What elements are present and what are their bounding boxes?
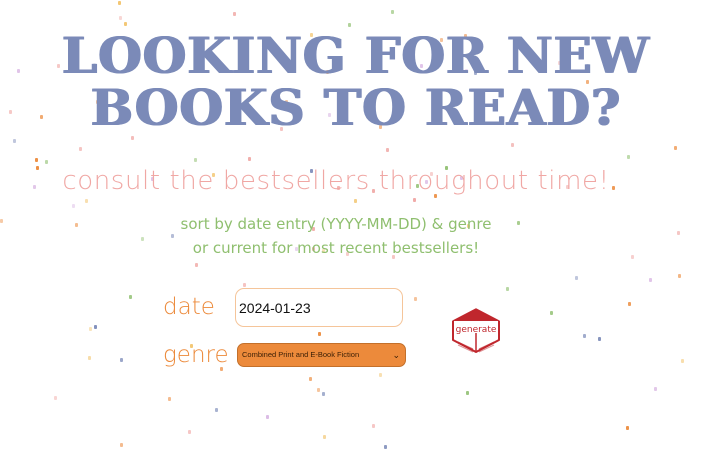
genre-label: genre [163, 342, 229, 368]
confetti-dot [194, 158, 197, 162]
instructions-line-1: sort by date entry (YYYY-MM-DD) & genre [180, 215, 492, 233]
confetti-dot [627, 155, 630, 159]
confetti-dot [575, 276, 578, 280]
instructions: sort by date entry (YYYY-MM-DD) & genre … [0, 212, 672, 260]
generate-button[interactable]: generate [449, 306, 503, 354]
confetti-dot [13, 139, 16, 143]
confetti-dot [598, 337, 601, 341]
confetti-dot [94, 325, 97, 329]
confetti-dot [678, 274, 681, 278]
confetti-dot [317, 388, 320, 392]
confetti-dot [649, 278, 652, 282]
confetti-dot [323, 435, 326, 439]
confetti-dot [384, 445, 387, 449]
confetti-dot [674, 146, 677, 150]
confetti-dot [506, 287, 509, 291]
confetti-dot [391, 10, 394, 14]
confetti-dot [215, 408, 218, 412]
confetti-dot [379, 373, 382, 377]
confetti-dot [322, 392, 325, 396]
confetti-dot [233, 12, 236, 16]
confetti-dot [583, 334, 586, 338]
instructions-line-2: or current for most recent bestsellers! [192, 239, 480, 257]
confetti-dot [79, 147, 82, 151]
confetti-dot [119, 16, 122, 20]
date-input[interactable] [235, 288, 403, 327]
date-label: date [163, 294, 215, 320]
chevron-down-icon: ⌄ [392, 350, 400, 360]
confetti-dot [550, 311, 553, 315]
confetti-dot [85, 199, 88, 203]
confetti-dot [35, 158, 38, 162]
confetti-dot [414, 297, 417, 301]
confetti-dot [626, 426, 629, 430]
confetti-dot [129, 295, 132, 299]
confetti-dot [120, 443, 123, 447]
confetti-dot [309, 377, 312, 381]
confetti-dot [248, 157, 251, 161]
confetti-dot [195, 263, 198, 267]
confetti-dot [88, 356, 91, 360]
genre-select[interactable]: Combined Print and E-Book Fiction ⌄ [237, 343, 406, 367]
generate-label: generate [455, 325, 497, 335]
confetti-dot [120, 358, 123, 362]
confetti-dot [118, 1, 121, 5]
confetti-dot [372, 424, 375, 428]
confetti-dot [318, 332, 321, 336]
confetti-dot [54, 396, 57, 400]
confetti-dot [413, 198, 416, 202]
confetti-dot [266, 415, 269, 419]
confetti-dot [466, 391, 469, 395]
confetti-dot [168, 397, 171, 401]
confetti-dot [386, 148, 389, 152]
confetti-dot [72, 204, 75, 208]
title-line-2: BOOKS TO READ? [90, 78, 622, 137]
genre-selected-value: Combined Print and E-Book Fiction [242, 350, 360, 359]
confetti-dot [89, 327, 92, 331]
confetti-dot [654, 387, 657, 391]
confetti-dot [188, 430, 191, 434]
page-title: LOOKING FOR NEW BOOKS TO READ? [0, 30, 712, 134]
confetti-dot [511, 143, 514, 147]
confetti-dot [681, 359, 684, 363]
confetti-dot [677, 231, 680, 235]
title-line-1: LOOKING FOR NEW [62, 26, 650, 85]
confetti-dot [45, 160, 48, 164]
page-subtitle: consult the bestsellers throughout time! [62, 166, 610, 196]
confetti-dot [628, 302, 631, 306]
confetti-dot [354, 199, 357, 203]
confetti-dot [243, 283, 246, 287]
